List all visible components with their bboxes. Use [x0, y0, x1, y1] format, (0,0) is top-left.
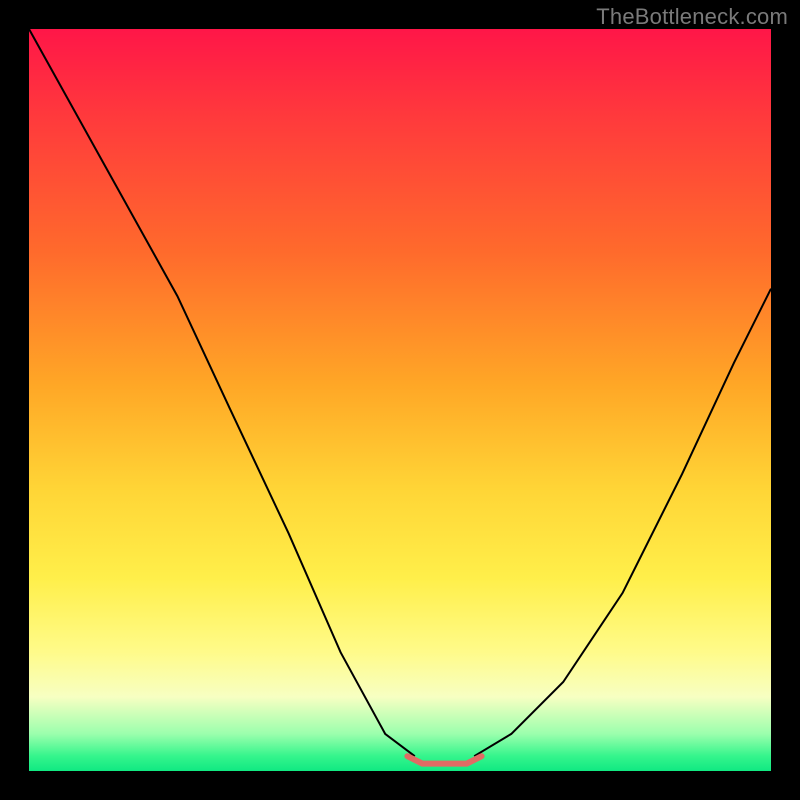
- curve-right-branch: [474, 289, 771, 757]
- chart-frame: TheBottleneck.com: [0, 0, 800, 800]
- watermark-text: TheBottleneck.com: [596, 4, 788, 30]
- curve-floor-segment: [407, 756, 481, 763]
- chart-svg: [29, 29, 771, 771]
- plot-area: [29, 29, 771, 771]
- curve-left-branch: [29, 29, 415, 756]
